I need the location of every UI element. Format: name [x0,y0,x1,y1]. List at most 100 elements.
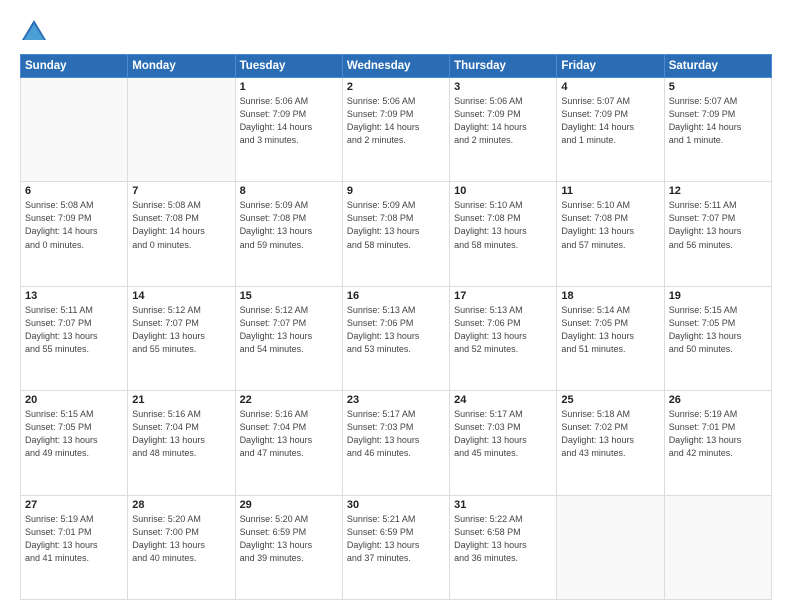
day-detail: Sunrise: 5:16 AM Sunset: 7:04 PM Dayligh… [132,408,230,460]
calendar-cell: 12Sunrise: 5:11 AM Sunset: 7:07 PM Dayli… [664,182,771,286]
calendar-week-3: 13 Sunrise: 5:11 AM Sunset: 7:07 PM Dayli… [21,286,772,390]
day-number: 29 [240,499,338,511]
day-number: 26 [669,394,767,406]
calendar-cell: 26 Sunrise: 5:19 AM Sunset: 7:01 PM Dayli… [664,391,771,495]
calendar-cell: 30Sunrise: 5:21 AM Sunset: 6:59 PM Dayli… [342,495,449,599]
day-number: 17 [454,290,552,302]
calendar-week-2: 6 Sunrise: 5:08 AM Sunset: 7:09 PM Daylig… [21,182,772,286]
calendar-header-wednesday: Wednesday [342,55,449,78]
day-detail: Sunrise: 5:16 AM Sunset: 7:04 PM Dayligh… [240,408,338,460]
day-detail: Sunrise: 5:07 AM Sunset: 7:09 PM Dayligh… [561,95,659,147]
day-detail: Sunrise: 5:15 AM Sunset: 7:05 PM Dayligh… [25,408,123,460]
day-number: 6 [25,185,123,197]
calendar-cell [21,78,128,182]
day-number: 10 [454,185,552,197]
calendar-cell: 9 Sunrise: 5:09 AM Sunset: 7:08 PM Daylig… [342,182,449,286]
day-number: 30 [347,499,445,511]
day-detail: Sunrise: 5:11 AM Sunset: 7:07 PM Dayligh… [669,199,767,251]
day-number: 13 [25,290,123,302]
calendar-cell: 11 Sunrise: 5:10 AM Sunset: 7:08 PM Dayli… [557,182,664,286]
calendar-cell: 22 Sunrise: 5:16 AM Sunset: 7:04 PM Dayli… [235,391,342,495]
calendar-cell: 14Sunrise: 5:12 AM Sunset: 7:07 PM Dayli… [128,286,235,390]
calendar-header-sunday: Sunday [21,55,128,78]
day-detail: Sunrise: 5:19 AM Sunset: 7:01 PM Dayligh… [25,513,123,565]
page: SundayMondayTuesdayWednesdayThursdayFrid… [0,0,792,612]
header [20,18,772,46]
calendar-table: SundayMondayTuesdayWednesdayThursdayFrid… [20,54,772,600]
day-detail: Sunrise: 5:10 AM Sunset: 7:08 PM Dayligh… [561,199,659,251]
calendar-cell: 17Sunrise: 5:13 AM Sunset: 7:06 PM Dayli… [450,286,557,390]
calendar-cell: 15 Sunrise: 5:12 AM Sunset: 7:07 PM Dayli… [235,286,342,390]
day-detail: Sunrise: 5:09 AM Sunset: 7:08 PM Dayligh… [347,199,445,251]
day-number: 21 [132,394,230,406]
calendar-week-4: 20 Sunrise: 5:15 AM Sunset: 7:05 PM Dayli… [21,391,772,495]
day-detail: Sunrise: 5:19 AM Sunset: 7:01 PM Dayligh… [669,408,767,460]
calendar-header-row: SundayMondayTuesdayWednesdayThursdayFrid… [21,55,772,78]
day-detail: Sunrise: 5:06 AM Sunset: 7:09 PM Dayligh… [240,95,338,147]
day-detail: Sunrise: 5:15 AM Sunset: 7:05 PM Dayligh… [669,304,767,356]
calendar-week-1: 1 Sunrise: 5:06 AM Sunset: 7:09 PM Daylig… [21,78,772,182]
calendar-cell: 25 Sunrise: 5:18 AM Sunset: 7:02 PM Dayli… [557,391,664,495]
day-detail: Sunrise: 5:17 AM Sunset: 7:03 PM Dayligh… [454,408,552,460]
day-detail: Sunrise: 5:06 AM Sunset: 7:09 PM Dayligh… [347,95,445,147]
day-number: 23 [347,394,445,406]
day-number: 20 [25,394,123,406]
calendar-cell: 10 Sunrise: 5:10 AM Sunset: 7:08 PM Dayli… [450,182,557,286]
day-detail: Sunrise: 5:06 AM Sunset: 7:09 PM Dayligh… [454,95,552,147]
calendar-cell: 5Sunrise: 5:07 AM Sunset: 7:09 PM Daylig… [664,78,771,182]
day-detail: Sunrise: 5:08 AM Sunset: 7:08 PM Dayligh… [132,199,230,251]
day-number: 1 [240,81,338,93]
calendar-cell [557,495,664,599]
calendar-header-saturday: Saturday [664,55,771,78]
logo-icon [20,18,48,46]
calendar-cell: 24 Sunrise: 5:17 AM Sunset: 7:03 PM Dayli… [450,391,557,495]
calendar-cell: 2Sunrise: 5:06 AM Sunset: 7:09 PM Daylig… [342,78,449,182]
logo [20,18,52,46]
calendar-cell: 1 Sunrise: 5:06 AM Sunset: 7:09 PM Daylig… [235,78,342,182]
day-number: 16 [347,290,445,302]
calendar-cell: 8 Sunrise: 5:09 AM Sunset: 7:08 PM Daylig… [235,182,342,286]
day-number: 14 [132,290,230,302]
day-number: 24 [454,394,552,406]
day-detail: Sunrise: 5:11 AM Sunset: 7:07 PM Dayligh… [25,304,123,356]
day-number: 22 [240,394,338,406]
calendar-cell: 6 Sunrise: 5:08 AM Sunset: 7:09 PM Daylig… [21,182,128,286]
day-number: 11 [561,185,659,197]
calendar-cell: 19Sunrise: 5:15 AM Sunset: 7:05 PM Dayli… [664,286,771,390]
calendar-cell: 23 Sunrise: 5:17 AM Sunset: 7:03 PM Dayli… [342,391,449,495]
day-number: 7 [132,185,230,197]
day-detail: Sunrise: 5:09 AM Sunset: 7:08 PM Dayligh… [240,199,338,251]
calendar-cell: 28Sunrise: 5:20 AM Sunset: 7:00 PM Dayli… [128,495,235,599]
day-detail: Sunrise: 5:07 AM Sunset: 7:09 PM Dayligh… [669,95,767,147]
day-number: 4 [561,81,659,93]
calendar-cell [128,78,235,182]
day-number: 25 [561,394,659,406]
day-detail: Sunrise: 5:12 AM Sunset: 7:07 PM Dayligh… [240,304,338,356]
day-detail: Sunrise: 5:17 AM Sunset: 7:03 PM Dayligh… [347,408,445,460]
day-detail: Sunrise: 5:08 AM Sunset: 7:09 PM Dayligh… [25,199,123,251]
calendar-cell: 20 Sunrise: 5:15 AM Sunset: 7:05 PM Dayli… [21,391,128,495]
calendar-header-friday: Friday [557,55,664,78]
day-number: 9 [347,185,445,197]
day-number: 15 [240,290,338,302]
calendar-cell: 7 Sunrise: 5:08 AM Sunset: 7:08 PM Daylig… [128,182,235,286]
calendar-cell: 3 Sunrise: 5:06 AM Sunset: 7:09 PM Daylig… [450,78,557,182]
day-detail: Sunrise: 5:10 AM Sunset: 7:08 PM Dayligh… [454,199,552,251]
calendar-cell: 13 Sunrise: 5:11 AM Sunset: 7:07 PM Dayli… [21,286,128,390]
calendar-cell: 4 Sunrise: 5:07 AM Sunset: 7:09 PM Daylig… [557,78,664,182]
day-number: 28 [132,499,230,511]
day-detail: Sunrise: 5:18 AM Sunset: 7:02 PM Dayligh… [561,408,659,460]
day-number: 8 [240,185,338,197]
day-number: 31 [454,499,552,511]
day-detail: Sunrise: 5:22 AM Sunset: 6:58 PM Dayligh… [454,513,552,565]
calendar-cell: 18Sunrise: 5:14 AM Sunset: 7:05 PM Dayli… [557,286,664,390]
calendar-cell: 21 Sunrise: 5:16 AM Sunset: 7:04 PM Dayli… [128,391,235,495]
calendar-header-monday: Monday [128,55,235,78]
calendar-header-thursday: Thursday [450,55,557,78]
calendar-week-5: 27 Sunrise: 5:19 AM Sunset: 7:01 PM Dayli… [21,495,772,599]
day-number: 27 [25,499,123,511]
calendar-cell: 29Sunrise: 5:20 AM Sunset: 6:59 PM Dayli… [235,495,342,599]
calendar-cell: 31 Sunrise: 5:22 AM Sunset: 6:58 PM Dayli… [450,495,557,599]
calendar-cell: 16Sunrise: 5:13 AM Sunset: 7:06 PM Dayli… [342,286,449,390]
day-number: 3 [454,81,552,93]
